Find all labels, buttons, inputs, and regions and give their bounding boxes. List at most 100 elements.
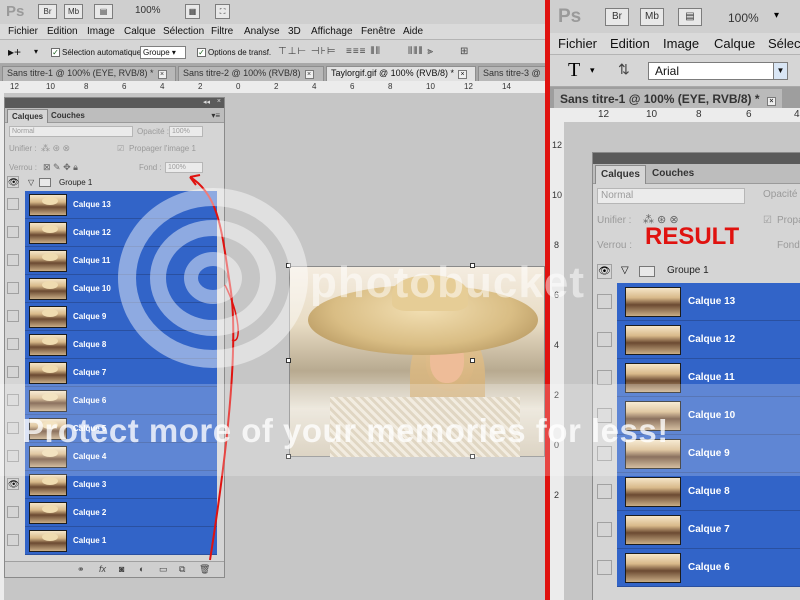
close-icon[interactable]: × [458,70,468,79]
view-extras-button[interactable]: ▤ [678,8,702,26]
bridge-button[interactable]: Br [605,8,629,26]
eye-icon[interactable] [7,310,19,322]
auto-align-icon[interactable]: ⊞ [460,46,469,57]
eye-icon[interactable] [597,332,612,347]
eye-icon[interactable] [7,254,19,266]
link-layers-icon[interactable]: ⚭ [77,564,85,575]
layer-row[interactable]: Calque 7 [593,511,800,549]
menu-image[interactable]: Image [663,36,699,51]
eye-icon[interactable]: 👁︎ [7,176,19,188]
menu-affichage[interactable]: Affichage [311,26,353,37]
tool-preset-dropdown-icon[interactable]: ▾ [590,65,595,76]
tab-couches[interactable]: Couches [647,165,699,184]
disclosure-triangle-icon[interactable]: ▽ [28,178,34,187]
eye-icon[interactable] [7,506,19,518]
font-family-dropdown[interactable]: Arial ▼ [648,62,788,80]
panel-header[interactable] [593,153,800,164]
panel-header[interactable]: ◂◂ × [5,98,224,108]
tab-calques[interactable]: Calques [595,165,646,184]
eye-icon[interactable]: 👁︎ [7,478,19,490]
trash-icon[interactable]: 🗑︎ [199,564,210,575]
bridge-button[interactable]: Br [38,4,57,19]
eye-icon[interactable] [597,294,612,309]
close-icon[interactable]: × [304,70,314,79]
eye-icon[interactable] [7,534,19,546]
move-tool-icon[interactable]: ▸+ [8,45,21,59]
new-layer-icon[interactable]: ⧉ [179,564,185,575]
arrange-documents-button[interactable]: ▦ [185,4,200,19]
eye-icon[interactable] [597,522,612,537]
disclosure-triangle-icon[interactable]: ▽ [621,265,629,276]
distribute-buttons-icon[interactable]: ≡≡≡ ⦀⦀ [346,46,381,57]
eye-icon[interactable] [597,370,612,385]
menu-image[interactable]: Image [87,26,115,37]
menu-analyse[interactable]: Analyse [244,26,280,37]
view-extras-button[interactable]: ▤ [94,4,113,19]
eye-icon[interactable] [7,226,19,238]
layer-mask-icon[interactable]: ◙ [119,564,124,574]
eye-icon[interactable] [7,366,19,378]
menu-fichier[interactable]: Fichier [8,26,38,37]
propagate-checkbox[interactable]: ☑ [763,215,772,226]
menu-edition[interactable]: Edition [610,36,650,51]
menu-filtre[interactable]: Filtre [211,26,233,37]
close-icon[interactable]: × [157,70,167,79]
layer-group-row[interactable]: 👁︎ ▽ Groupe 1 [593,261,800,283]
menu-fichier[interactable]: Fichier [558,36,597,51]
unify-icons[interactable]: ⁂ ⊛ ⊗ [41,143,70,154]
menu-selection[interactable]: Sélect [768,36,800,51]
menu-3d[interactable]: 3D [288,26,301,37]
tab-sans-titre-1[interactable]: Sans titre-1 @ 100% (EYE, RVB/8) * × [554,89,782,108]
eye-icon[interactable] [597,484,612,499]
transform-handle[interactable] [470,358,475,363]
panel-menu-icon[interactable]: ▾≡ [211,111,220,120]
align-buttons-icon[interactable]: ⊤⊥⊢ ⊣⊦⊨ [278,46,337,57]
menu-selection[interactable]: Sélection [163,26,204,37]
menu-fenetre[interactable]: Fenêtre [361,26,395,37]
propagate-checkbox[interactable]: ☑ [117,144,124,153]
collapse-icon[interactable]: ◂◂ [203,98,210,106]
text-orientation-icon[interactable]: ⇅ [618,61,630,78]
tab-sans-titre-1[interactable]: Sans titre-1 @ 100% (EYE, RVB/8) * × [2,66,176,81]
transform-controls-checkbox[interactable]: ✓ [197,48,206,57]
layer-style-icon[interactable]: fx [99,564,106,574]
eye-icon[interactable]: 👁︎ [597,264,612,279]
layer-row[interactable]: Calque 13 [593,283,800,321]
tab-couches[interactable]: Couches [47,109,89,123]
adjustment-layer-icon[interactable]: ◐ [139,564,144,574]
chevron-down-icon[interactable]: ▼ [773,63,787,79]
lock-icons[interactable]: ⊠ ✎ ✥ 🔒︎ [43,162,78,173]
auto-select-checkbox[interactable]: ✓ [51,48,60,57]
tab-sans-titre-3[interactable]: Sans titre-3 @ [478,66,545,81]
tab-calques[interactable]: Calques [7,109,49,123]
new-group-icon[interactable]: ▭ [159,564,168,575]
auto-select-dropdown[interactable]: Groupe ▾ [140,46,186,59]
mini-bridge-button[interactable]: Mb [64,4,83,19]
close-icon[interactable]: × [766,97,776,106]
screen-mode-button[interactable]: ⛶ [215,4,230,19]
eye-icon[interactable] [7,338,19,350]
mini-bridge-button[interactable]: Mb [640,8,664,26]
layer-row[interactable]: Calque 12 [593,321,800,359]
layer-row[interactable]: Calque 8 [593,473,800,511]
eye-icon[interactable] [597,560,612,575]
eye-icon[interactable] [7,282,19,294]
tab-taylorgif[interactable]: Taylorgif.gif @ 100% (RVB/8) * × [326,66,476,81]
zoom-dropdown-icon[interactable]: ▾ [774,10,779,21]
menu-calque[interactable]: Calque [714,36,755,51]
menu-aide[interactable]: Aide [403,26,423,37]
zoom-level[interactable]: 100% [135,5,161,16]
transform-handle[interactable] [286,358,291,363]
type-tool-icon[interactable]: T [568,59,580,82]
eye-icon[interactable] [7,198,19,210]
distribute-horizontal-icon[interactable]: ⫴⫴⫴ ⫸ [408,46,434,57]
menu-calque[interactable]: Calque [124,26,156,37]
menu-edition[interactable]: Edition [47,26,78,37]
opacity-field[interactable]: 100% [169,126,203,137]
tab-sans-titre-2[interactable]: Sans titre-2 @ 100% (RVB/8) × [178,66,324,81]
zoom-level[interactable]: 100% [728,11,759,25]
layer-row[interactable]: Calque 6 [593,549,800,587]
close-icon[interactable]: × [217,98,221,105]
blend-mode-dropdown[interactable]: Normal [597,188,745,204]
tool-preset-dropdown-icon[interactable]: ▾ [34,47,38,56]
